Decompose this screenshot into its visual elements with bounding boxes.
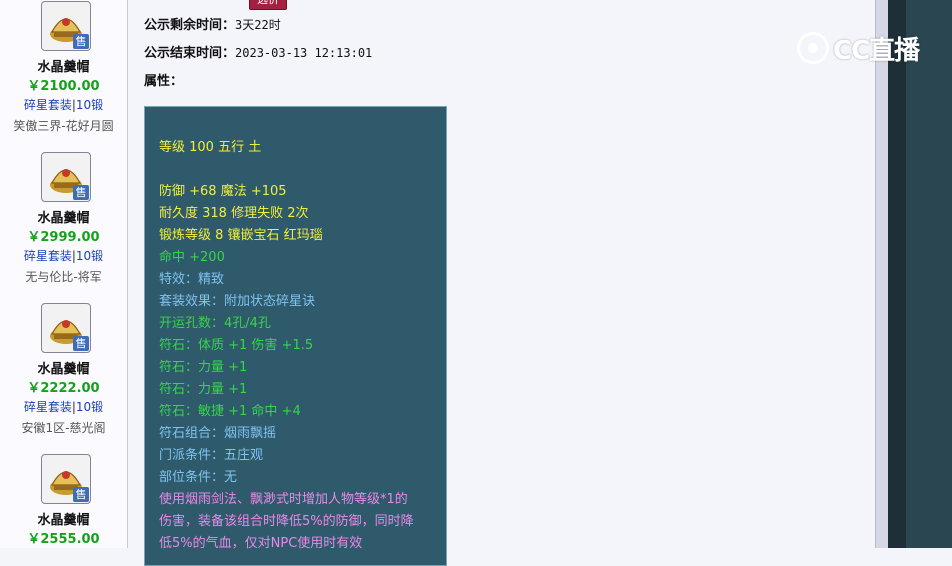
item-set-name: 碎星套装 (23, 400, 72, 414)
remaining-time-label: 公示剩余时间： (144, 18, 236, 33)
item-price: ￥2999.00 (27, 230, 100, 245)
attribute-line: 开运孔数：4孔/4孔 (159, 316, 271, 331)
attribute-line: 等级 100 五行 土 (159, 140, 262, 155)
sell-badge: 售 (73, 185, 89, 200)
select-price-button[interactable]: 选价 (249, 0, 287, 10)
side-strip (888, 0, 906, 548)
item-set-info: 碎星套装|10锻 (23, 400, 104, 414)
attribute-line: 部位条件：无 (159, 470, 238, 485)
item-seller: 无与伦比-将军 (25, 270, 102, 284)
remaining-time-value: 3天22时 (235, 18, 281, 32)
item-set-info: 碎星套装|10锻 (23, 98, 104, 112)
scrollbar-track[interactable] (875, 0, 888, 548)
cc-eye-icon (797, 32, 829, 64)
attribute-line: 符石：敏捷 +1 命中 +4 (159, 404, 301, 419)
item-price: ￥2100.00 (27, 79, 100, 94)
attribute-line: 防御 +68 魔法 +105 (159, 184, 287, 199)
attribute-line: 符石：力量 +1 (159, 382, 248, 397)
attribute-line: 符石：力量 +1 (159, 360, 248, 375)
item-forge-level: 10锻 (75, 400, 104, 414)
stream-side-area (906, 0, 952, 548)
sell-badge: 售 (73, 34, 89, 49)
crystal-helmet-icon[interactable]: 售 (41, 303, 91, 353)
item-name[interactable]: 水晶羹帽 (0, 207, 127, 226)
end-time-value: 2023-03-13 12:13:01 (235, 46, 373, 60)
item-seller: 安徽1区-慈光阁 (21, 421, 106, 435)
attributes-panel: 等级 100 五行 土防御 +68 魔法 +105 耐久度 318 修理失败 2次… (144, 106, 447, 566)
attributes-row: 属性： (144, 70, 183, 89)
attribute-line: 套装效果：附加状态碎星诀 (159, 294, 316, 309)
item-set-name: 碎星套装 (23, 98, 72, 112)
panel-gap (159, 159, 446, 181)
end-time-row: 公示结束时间：2023-03-13 12:13:01 (144, 42, 372, 61)
item-price: ￥2555.00 (27, 532, 100, 547)
item-seller: 笑傲三界-花好月圆 (13, 119, 114, 133)
attribute-line: 伤害，装备该组合时降低5%的防御，同时降 (159, 514, 414, 529)
item-detail: 选价 公示剩余时间：3天22时 公示结束时间：2023-03-13 12:13:… (128, 0, 875, 566)
attribute-line: 锻炼等级 8 镶嵌宝石 红玛瑙 (159, 228, 323, 243)
end-time-label: 公示结束时间： (144, 46, 236, 61)
item-price: ￥2222.00 (27, 381, 100, 396)
remaining-time-row: 公示剩余时间：3天22时 (144, 14, 281, 33)
item-set-name: 碎星套装 (23, 249, 72, 263)
crystal-helmet-icon[interactable]: 售 (41, 1, 91, 51)
item-name[interactable]: 水晶羹帽 (0, 56, 127, 75)
attribute-line: 特效：精致 (159, 272, 225, 287)
item-set-info: 碎星套装|10锻 (23, 249, 104, 263)
item-name[interactable]: 水晶羹帽 (0, 358, 127, 377)
attribute-line: 耐久度 318 修理失败 2次 (159, 206, 309, 221)
attribute-line: 使用烟雨剑法、飘渺式时增加人物等级*1的 (159, 492, 408, 507)
item-name[interactable]: 水晶羹帽 (0, 509, 127, 528)
sell-badge: 售 (73, 336, 89, 351)
attribute-line: 门派条件：五庄观 (159, 448, 264, 463)
attribute-line: 命中 +200 (159, 250, 225, 265)
sell-badge: 售 (73, 487, 89, 502)
attribute-line: 符石组合：烟雨飘摇 (159, 426, 277, 441)
item-forge-level: 10锻 (75, 98, 104, 112)
item-forge-level: 10锻 (75, 249, 104, 263)
crystal-helmet-icon[interactable]: 售 (41, 152, 91, 202)
watermark-brand: CC直播 (833, 36, 920, 66)
crystal-helmet-icon[interactable]: 售 (41, 454, 91, 504)
attributes-label: 属性： (144, 74, 184, 89)
product-list: 售 水晶羹帽 ￥2100.00 碎星套装|10锻 笑傲三界-花好月圆 售 水晶羹… (0, 0, 128, 548)
attribute-line: 低5%的气血，仅对NPC使用时有效 (159, 536, 363, 551)
attribute-line: 符石：体质 +1 伤害 +1.5 (159, 338, 314, 353)
